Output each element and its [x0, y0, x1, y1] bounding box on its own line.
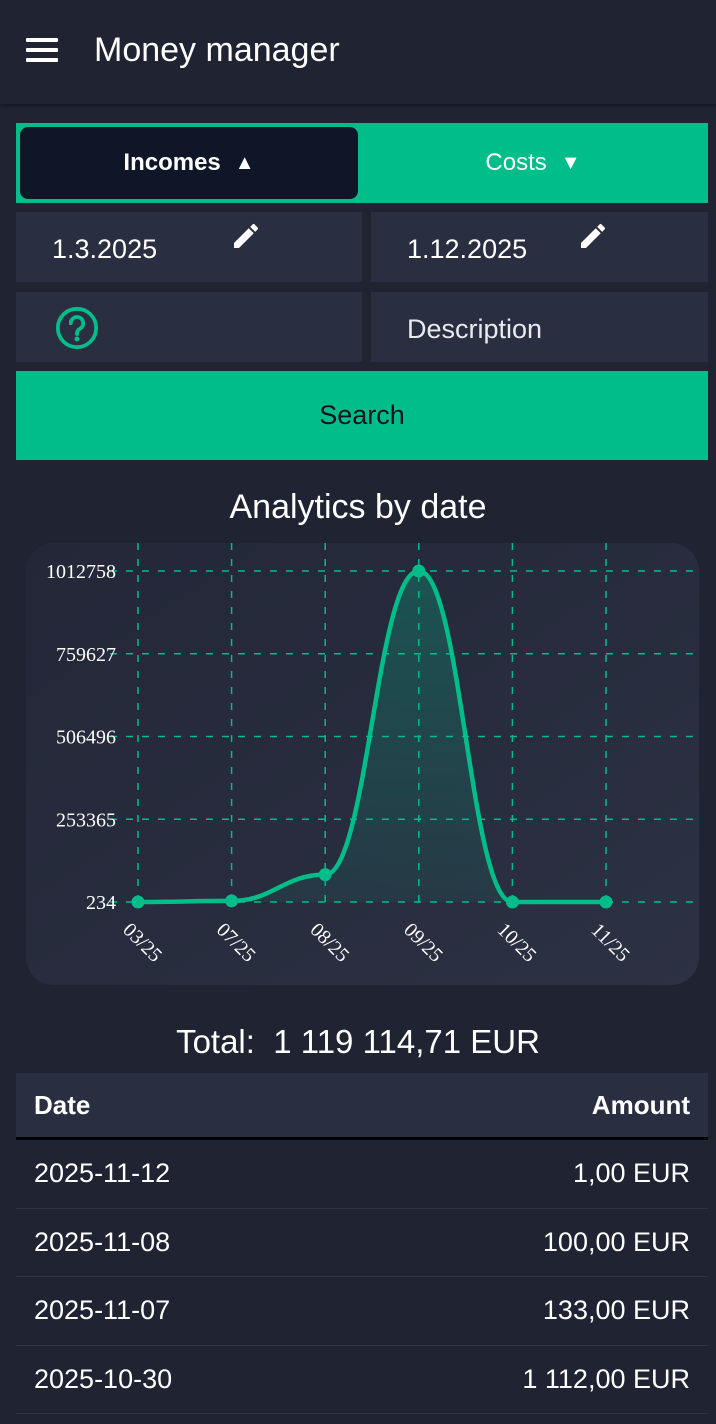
- header-date: Date: [34, 1089, 91, 1120]
- table-row[interactable]: 2025-11-12 1,00 EUR: [16, 1140, 708, 1209]
- category-field[interactable]: [16, 292, 362, 362]
- description-placeholder: Description: [407, 314, 543, 344]
- y-tick-label: 506496: [56, 727, 116, 749]
- data-point: [225, 894, 239, 908]
- app-bar: Money manager: [0, 0, 716, 104]
- search-button[interactable]: Search: [16, 371, 708, 460]
- row-date: 2025-11-08: [34, 1226, 171, 1257]
- y-tick-label: 253365: [56, 809, 116, 831]
- table-row[interactable]: 2025-11-07 133,00 EUR: [16, 1277, 708, 1346]
- pencil-icon[interactable]: [577, 220, 609, 252]
- tab-incomes-label: Incomes: [123, 149, 221, 176]
- analytics-chart-svg: 234253365506496759627101275803/25 07/25 08…: [26, 543, 699, 985]
- table-row[interactable]: 2025-10-30 1 112,00 EUR: [16, 1346, 708, 1414]
- arrow-down-icon: ▼: [560, 151, 581, 174]
- row-date: 2025-10-30: [34, 1363, 173, 1394]
- analytics-chart: 234 253365 506496 759627 1012758 03/25 07/25 08…: [0, 540, 716, 990]
- row-amount: 1 112,00 EUR: [522, 1363, 690, 1394]
- total-prefix: Total:: [176, 1023, 255, 1060]
- tab-incomes[interactable]: Incomes ▲: [20, 127, 358, 199]
- type-toggle: Incomes ▲ Costs ▼: [16, 123, 708, 203]
- data-point: [131, 895, 145, 909]
- help-circle-icon[interactable]: [54, 305, 100, 351]
- date-to-value: 1.12.2025: [407, 234, 528, 264]
- description-input[interactable]: Description: [371, 292, 708, 362]
- row-date: 2025-11-12: [34, 1158, 171, 1189]
- row-amount: 1,00 EUR: [572, 1158, 690, 1189]
- date-to-field[interactable]: 1.12.2025: [371, 212, 708, 282]
- total-summary: Total: 1 119 114,71 EUR: [0, 1020, 716, 1064]
- row-date: 2025-11-07: [34, 1295, 171, 1326]
- date-from-field[interactable]: 1.3.2025: [16, 212, 362, 282]
- row-amount: 100,00 EUR: [542, 1226, 690, 1257]
- analytics-title: Analytics by date: [229, 488, 487, 526]
- app-title: Money manager: [94, 31, 340, 69]
- total-value: 1 119 114,71 EUR: [273, 1023, 540, 1060]
- pencil-icon[interactable]: [230, 220, 262, 252]
- tab-costs[interactable]: Costs ▼: [362, 127, 704, 199]
- data-point: [318, 868, 332, 882]
- data-point: [599, 895, 613, 909]
- date-from-value: 1.3.2025: [52, 234, 158, 264]
- tab-costs-label: Costs: [485, 149, 547, 176]
- row-amount: 133,00 EUR: [542, 1295, 690, 1326]
- table-header: Date Amount: [16, 1073, 708, 1140]
- menu-icon[interactable]: [26, 38, 58, 62]
- y-tick-label: 1012758: [46, 561, 116, 583]
- arrow-up-icon: ▲: [234, 151, 255, 174]
- header-amount: Amount: [591, 1089, 690, 1120]
- data-point: [412, 564, 426, 578]
- y-tick-label: 234: [86, 892, 116, 914]
- y-tick-label: 759627: [56, 644, 116, 666]
- data-point: [505, 895, 519, 909]
- table-row[interactable]: 2025-11-08 100,00 EUR: [16, 1209, 708, 1277]
- transactions-table: Date Amount 2025-11-12 1,00 EUR 2025-11-…: [16, 1073, 708, 1414]
